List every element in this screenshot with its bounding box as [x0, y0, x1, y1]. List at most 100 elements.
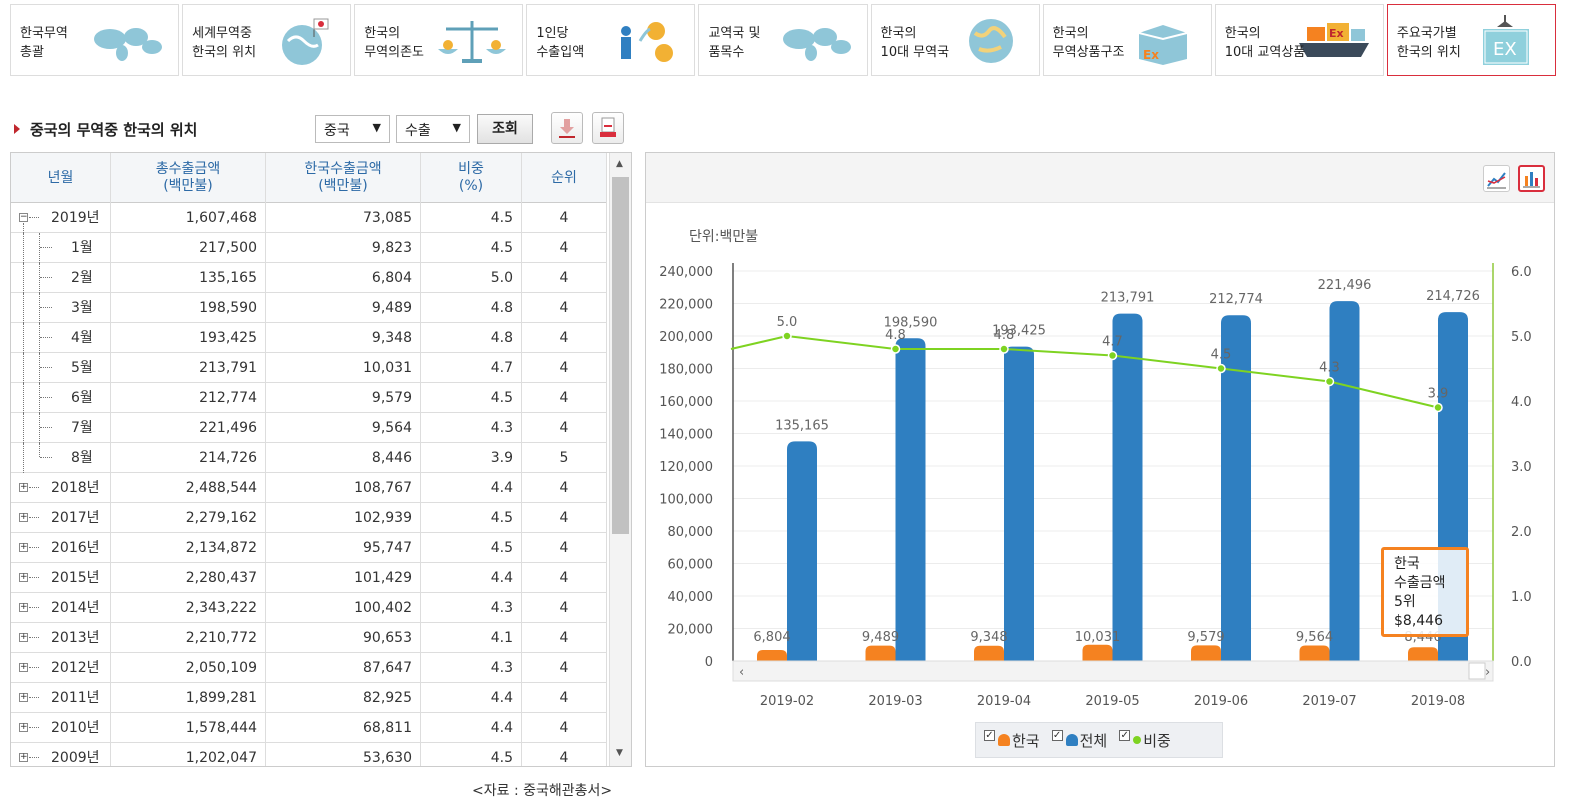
chevron-down-icon: ▼: [372, 121, 381, 134]
table-row[interactable]: 7월 221,496 9,564 4.3 4: [11, 413, 607, 443]
cell-rank: 4: [522, 653, 607, 683]
category-tabs: 한국무역 총괄 세계무역중 한국의 위치 한국의 무역의존도 1인당 수출입액 교역국 …: [10, 4, 1556, 76]
tree-connector: [29, 637, 39, 638]
share-label: 4.5: [1211, 348, 1232, 363]
period-label: 2017년: [51, 510, 100, 526]
legend-item[interactable]: ✓ 전체: [1051, 729, 1107, 751]
total-bar: [1004, 346, 1034, 661]
korea-bar: [1082, 644, 1113, 661]
cell-total-export: 2,279,162: [111, 503, 266, 533]
korea-bar: [1408, 647, 1438, 661]
tooltip-series: 한국: [1394, 556, 1420, 572]
total-bar-label: 214,726: [1426, 289, 1480, 304]
tree-connector: [29, 727, 39, 728]
expand-icon[interactable]: +: [19, 513, 28, 522]
table-row[interactable]: +2009년 1,202,047 53,630 4.5 4: [11, 743, 607, 766]
table-row[interactable]: +2011년 1,899,281 82,925 4.4 4: [11, 683, 607, 713]
line-chart-toggle[interactable]: [1483, 165, 1510, 192]
expand-icon[interactable]: +: [19, 753, 28, 762]
table-row[interactable]: 2월 135,165 6,804 5.0 4: [11, 263, 607, 293]
cell-rank: 4: [522, 353, 607, 383]
x-tick-label: 2019-03: [868, 694, 922, 709]
table-row[interactable]: +2018년 2,488,544 108,767 4.4 4: [11, 473, 607, 503]
y-left-tick-label: 0: [705, 655, 713, 670]
tree-connector: [29, 577, 39, 578]
scroll-down-icon[interactable]: ▼: [616, 748, 623, 758]
table-row[interactable]: +2010년 1,578,444 68,811 4.4 4: [11, 713, 607, 743]
table-row[interactable]: +2017년 2,279,162 102,939 4.5 4: [11, 503, 607, 533]
table-row[interactable]: +2012년 2,050,109 87,647 4.3 4: [11, 653, 607, 683]
table-row[interactable]: 4월 193,425 9,348 4.8 4: [11, 323, 607, 353]
korea-bar-label: 6,804: [753, 630, 790, 645]
table-row[interactable]: +2013년 2,210,772 90,653 4.1 4: [11, 623, 607, 653]
table-row[interactable]: +2014년 2,343,222 100,402 4.3 4: [11, 593, 607, 623]
scroll-up-icon[interactable]: ▲: [616, 159, 623, 169]
expand-icon[interactable]: +: [19, 573, 28, 582]
tree-connector: [23, 443, 24, 473]
scrollbar-thumb[interactable]: [612, 177, 629, 534]
legend-swatch: [1065, 734, 1078, 746]
cell-total-export: 2,134,872: [111, 533, 266, 563]
table-row[interactable]: +2015년 2,280,437 101,429 4.4 4: [11, 563, 607, 593]
category-tab-label: 교역국 및 품목수: [708, 26, 761, 60]
tree-connector: [23, 233, 24, 263]
category-tab[interactable]: 한국의 10대 무역국: [870, 4, 1040, 76]
tree-connector: [29, 757, 39, 758]
table-row[interactable]: 3월 198,590 9,489 4.8 4: [11, 293, 607, 323]
expand-icon[interactable]: +: [19, 603, 28, 612]
table-row[interactable]: 8월 214,726 8,446 3.9 5: [11, 443, 607, 473]
category-tab[interactable]: 한국무역 총괄: [10, 4, 180, 76]
cell-share: 4.4: [421, 713, 522, 743]
cell-total-export: 212,774: [111, 383, 266, 413]
category-tab[interactable]: 한국의 무역의존도: [354, 4, 524, 76]
cell-share: 4.4: [421, 473, 522, 503]
print-button[interactable]: [592, 112, 624, 144]
country-select[interactable]: 중국 ▼: [315, 115, 390, 143]
type-select[interactable]: 수출 ▼: [396, 115, 470, 143]
cell-period: +2014년: [11, 593, 111, 623]
expand-icon[interactable]: +: [19, 663, 28, 672]
table-scrollbar[interactable]: ▲ ▼: [609, 153, 631, 766]
cell-korea-export: 102,939: [266, 503, 421, 533]
tree-connector: [40, 427, 52, 428]
collapse-icon[interactable]: −: [19, 213, 28, 222]
cell-period: 8월: [11, 443, 111, 473]
cell-korea-export: 9,823: [266, 233, 421, 263]
expand-icon[interactable]: +: [19, 483, 28, 492]
category-tab[interactable]: Ex 한국의 10대 교역상품: [1214, 4, 1384, 76]
tree-connector: [23, 413, 24, 443]
cell-share: 4.7: [421, 353, 522, 383]
cell-rank: 4: [522, 263, 607, 293]
tree-connector: [23, 323, 24, 353]
expand-icon[interactable]: +: [19, 693, 28, 702]
legend-checkbox[interactable]: ✓: [984, 729, 995, 741]
y-left-tick-label: 40,000: [668, 590, 714, 605]
category-tab[interactable]: 1인당 수출입액: [526, 4, 696, 76]
legend-checkbox[interactable]: ✓: [1051, 729, 1063, 741]
korea-bar: [1191, 645, 1221, 661]
legend-item[interactable]: ✓ 비중: [1119, 729, 1171, 751]
period-label: 2012년: [51, 660, 100, 676]
bar-chart-icon: [1523, 172, 1540, 188]
download-button[interactable]: [551, 112, 583, 144]
category-tab[interactable]: 세계무역중 한국의 위치: [182, 4, 352, 76]
table-row[interactable]: 5월 213,791 10,031 4.7 4: [11, 353, 607, 383]
th-rank: 순위: [522, 153, 607, 203]
expand-icon[interactable]: +: [19, 723, 28, 732]
bar-chart-toggle[interactable]: [1518, 165, 1545, 192]
expand-icon[interactable]: +: [19, 633, 28, 642]
cell-total-export: 193,425: [111, 323, 266, 353]
table-row[interactable]: +2016년 2,134,872 95,747 4.5 4: [11, 533, 607, 563]
source-note: <자료 : 중국해관총서>: [472, 783, 613, 799]
category-tab[interactable]: Ex 한국의 무역상품구조: [1042, 4, 1212, 76]
table-row[interactable]: 6월 212,774 9,579 4.5 4: [11, 383, 607, 413]
table-row[interactable]: − 2019년 1,607,468 73,085 4.5 4: [11, 203, 607, 233]
table-row[interactable]: 1월 217,500 9,823 4.5 4: [11, 233, 607, 263]
legend-item[interactable]: ✓ 한국: [984, 729, 1040, 751]
cell-total-export: 214,726: [111, 443, 266, 473]
expand-icon[interactable]: +: [19, 543, 28, 552]
category-tab[interactable]: 교역국 및 품목수: [698, 4, 868, 76]
legend-checkbox[interactable]: ✓: [1119, 729, 1131, 741]
category-tab[interactable]: EX 주요국가별 한국의 위치: [1386, 4, 1556, 76]
query-button[interactable]: 조회: [477, 114, 533, 144]
